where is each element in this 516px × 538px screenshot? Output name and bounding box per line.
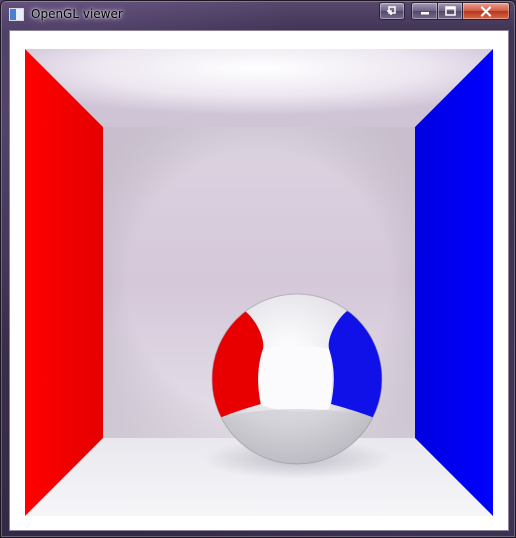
ceiling-surface (25, 49, 493, 127)
restore-window-icon (387, 6, 396, 15)
right-wall-blue (415, 49, 493, 516)
left-wall-red (25, 49, 103, 516)
app-window: OpenGL viewer (0, 0, 516, 538)
extra-caption-button[interactable] (379, 2, 405, 20)
cornell-box-render (25, 49, 493, 516)
maximize-button[interactable] (437, 2, 463, 20)
client-area (9, 30, 509, 531)
minimize-button[interactable] (411, 2, 438, 20)
close-button[interactable] (462, 2, 510, 20)
minimize-icon (420, 12, 429, 15)
sphere-center-reflection (258, 346, 332, 412)
window-title: OpenGL viewer (31, 7, 123, 21)
opengl-viewport[interactable] (25, 49, 493, 516)
title-bar[interactable]: OpenGL viewer (1, 1, 515, 29)
app-icon[interactable] (9, 8, 24, 21)
close-icon (480, 5, 492, 17)
maximize-icon (444, 6, 456, 16)
